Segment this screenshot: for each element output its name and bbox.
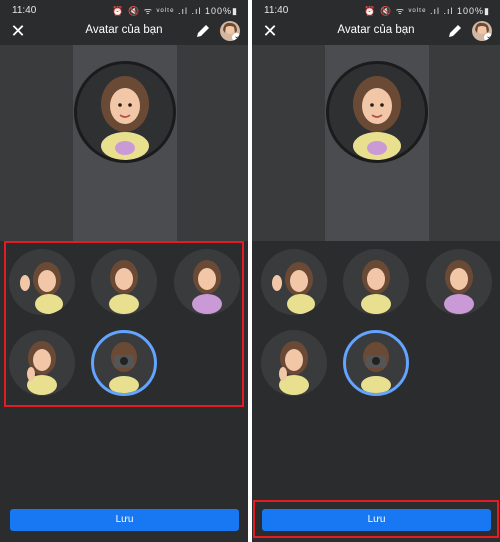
screen-right: 11:40 ⏰ 🔇 ᯤ ᵛᵒˡᵗᵉ .ıl .ıl 100%▮ ✕ Avatar… <box>252 0 500 542</box>
comparison-screens: 11:40 ⏰ 🔇 ᯤ ᵛᵒˡᵗᵉ .ıl .ıl 100%▮ ✕ Avatar… <box>0 0 500 542</box>
screen-left: 11:40 ⏰ 🔇 ᯤ ᵛᵒˡᵗᵉ .ıl .ıl 100%▮ ✕ Avatar… <box>0 0 248 542</box>
top-bar: ✕ Avatar của bạn ⌄ <box>0 21 248 42</box>
chevron-down-icon: ⌄ <box>232 33 240 41</box>
avatar-switch-icon[interactable]: ⌄ <box>472 21 492 41</box>
battery-icon: ▮ <box>484 6 490 16</box>
avatar-preview <box>74 61 176 163</box>
avatar-switch-icon[interactable]: ⌄ <box>220 21 240 41</box>
battery-icon: ▮ <box>232 6 238 16</box>
sticker-wave[interactable] <box>261 249 327 315</box>
battery-level: 100% <box>457 6 485 16</box>
save-button[interactable]: Lưu <box>10 509 239 531</box>
status-icons: ⏰ 🔇 ᯤ ᵛᵒˡᵗᵉ .ıl .ıl 100%▮ <box>112 4 238 17</box>
highlight-box-save <box>253 500 499 538</box>
status-icons: ⏰ 🔇 ᯤ ᵛᵒˡᵗᵉ .ıl .ıl 100%▮ <box>364 4 490 17</box>
avatar-preview <box>326 61 428 163</box>
pencil-icon[interactable] <box>194 22 212 40</box>
status-time: 11:40 <box>264 5 289 16</box>
sticker-grid <box>252 246 500 406</box>
status-icon-set: ⏰ 🔇 ᯤ ᵛᵒˡᵗᵉ .ıl .ıl <box>112 6 202 16</box>
status-bar: 11:40 ⏰ 🔇 ᯤ ᵛᵒˡᵗᵉ .ıl .ıl 100%▮ <box>252 0 500 22</box>
status-time: 11:40 <box>12 5 37 16</box>
pencil-icon[interactable] <box>446 22 464 40</box>
top-bar: ✕ Avatar của bạn ⌄ <box>252 21 500 42</box>
sticker-hands[interactable] <box>426 249 492 315</box>
highlight-box-stickers <box>4 241 244 407</box>
battery-level: 100% <box>205 6 233 16</box>
status-bar: 11:40 ⏰ 🔇 ᯤ ᵛᵒˡᵗᵉ .ıl .ıl 100%▮ <box>0 0 248 22</box>
sticker-peace[interactable] <box>261 330 327 396</box>
status-icon-set: ⏰ 🔇 ᯤ ᵛᵒˡᵗᵉ .ıl .ıl <box>364 6 454 16</box>
sticker-smile[interactable] <box>343 249 409 315</box>
chevron-down-icon: ⌄ <box>484 33 492 41</box>
sticker-camera-selected[interactable] <box>343 330 409 396</box>
